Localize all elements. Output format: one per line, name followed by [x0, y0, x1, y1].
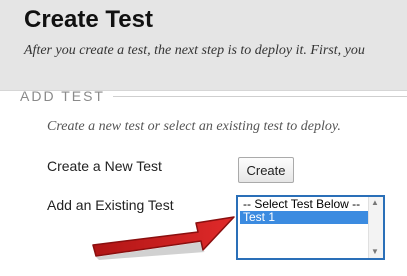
pointer-arrow-icon — [92, 216, 235, 260]
